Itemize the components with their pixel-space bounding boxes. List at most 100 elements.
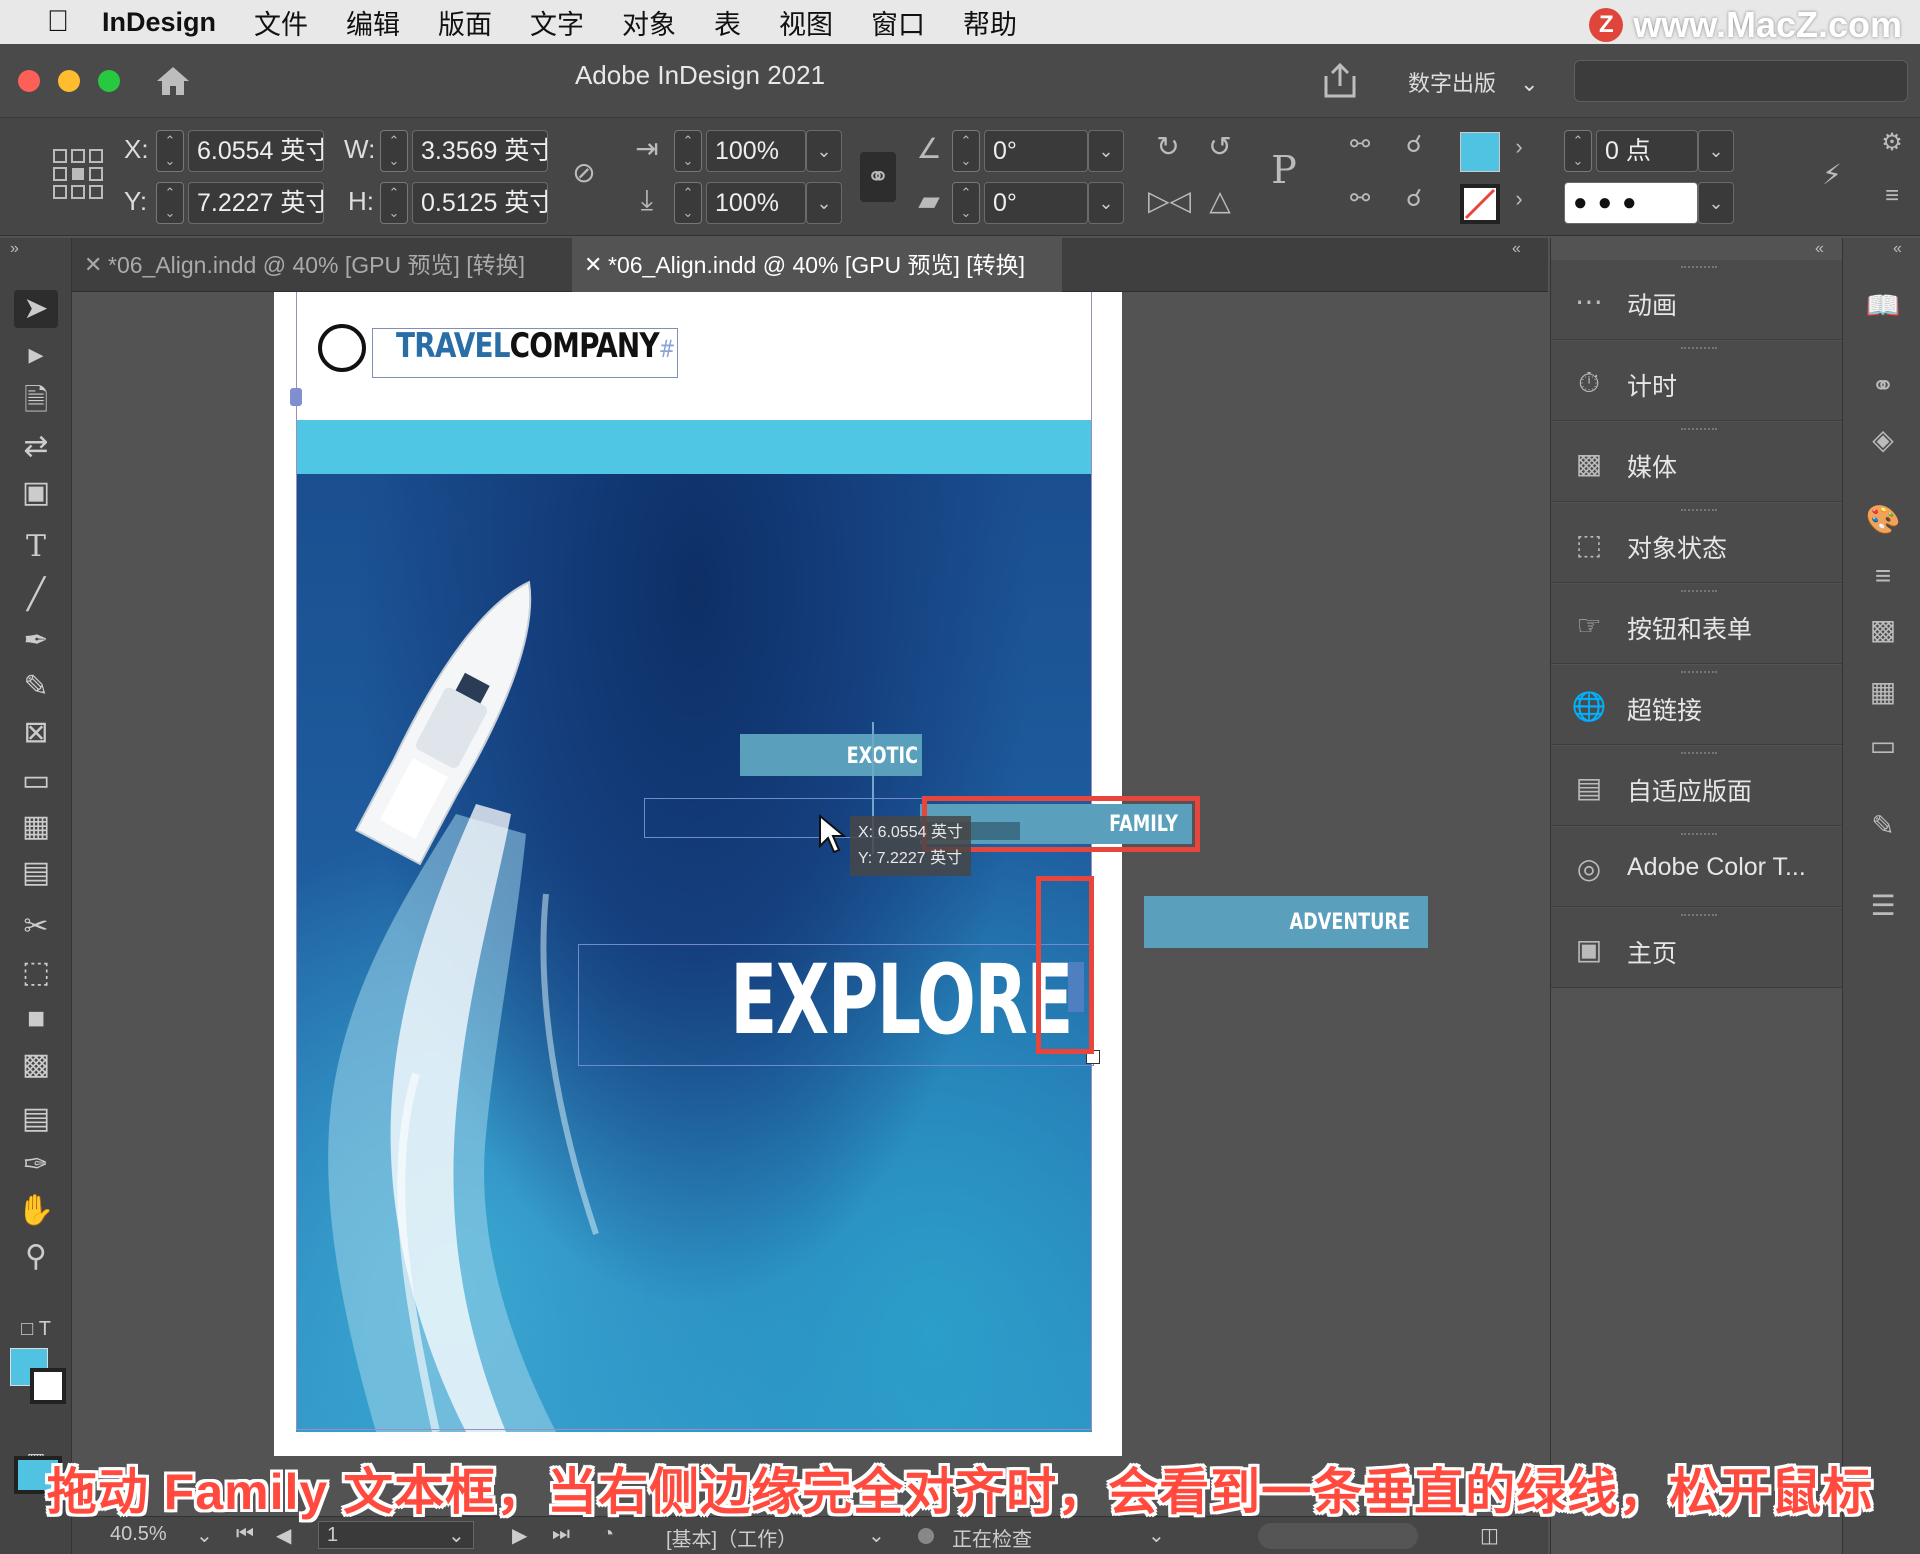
split-window-icon[interactable]: ◫: [1480, 1523, 1499, 1548]
page-tool-icon[interactable]: 🗎: [14, 382, 58, 420]
close-icon[interactable]: ✕: [84, 238, 102, 292]
content-collector-icon[interactable]: ▣: [14, 474, 58, 512]
panel-grip[interactable]: [1681, 590, 1717, 594]
app-menu[interactable]: InDesign: [102, 7, 216, 38]
select-next-icon[interactable]: ☌: [1394, 184, 1434, 213]
panel-hyperlinks[interactable]: 🌐 超链接: [1551, 665, 1843, 745]
panel-grip[interactable]: [1681, 914, 1717, 918]
menu-window[interactable]: 窗口: [871, 3, 925, 42]
panel-media[interactable]: ▩ 媒体: [1551, 422, 1843, 502]
apple-menu-icon[interactable]: : [38, 5, 78, 39]
grid-tool-icon[interactable]: ▤: [14, 854, 58, 892]
fill-swatch[interactable]: [1460, 132, 1500, 172]
panel-menu-icon[interactable]: ≡: [1874, 182, 1910, 210]
next-page-icon[interactable]: ▶: [512, 1523, 527, 1548]
expand-toolbar-icon[interactable]: »: [10, 240, 19, 258]
cc-icon[interactable]: ▭: [1863, 726, 1903, 766]
layers-icon[interactable]: ◈: [1863, 420, 1903, 460]
rotate-ccw-icon[interactable]: ↺: [1200, 130, 1240, 163]
swatches-icon[interactable]: 🎨: [1863, 500, 1903, 540]
line-tool-icon[interactable]: ╱: [14, 576, 58, 614]
quick-apply-icon[interactable]: ⚡: [1814, 158, 1850, 191]
rectangle-tool-icon[interactable]: ▭: [14, 762, 58, 800]
scale-x-stepper[interactable]: ⌃ ⌄: [674, 130, 702, 172]
scale-y-field[interactable]: 100%: [706, 182, 806, 224]
eyedropper-tool-icon[interactable]: ✑: [14, 1146, 58, 1184]
menu-help[interactable]: 帮助: [963, 3, 1017, 42]
shear-field[interactable]: 0°: [984, 182, 1088, 224]
panel-grip[interactable]: [1681, 509, 1717, 513]
zoom-tool-icon[interactable]: ⚲: [14, 1238, 58, 1276]
link-scale-icon[interactable]: ⚭: [860, 152, 896, 202]
type-tool-icon[interactable]: T: [14, 528, 58, 566]
horizontal-scrollbar[interactable]: [1258, 1523, 1418, 1549]
selection-tool-icon[interactable]: ➤: [14, 290, 58, 328]
panel-grip[interactable]: [1681, 428, 1717, 432]
reference-point-icon[interactable]: [52, 148, 104, 200]
menu-type[interactable]: 文字: [530, 3, 584, 42]
gradient-feather-tool-icon[interactable]: ▩: [14, 1046, 58, 1084]
first-page-icon[interactable]: ⏮: [236, 1523, 254, 1546]
stroke-weight-dropdown[interactable]: ⌄: [1698, 130, 1734, 172]
gear-icon[interactable]: ⚙: [1874, 128, 1910, 157]
h-stepper[interactable]: ⌃ ⌄: [380, 182, 408, 224]
menu-layout[interactable]: 版面: [438, 3, 492, 42]
rotate-cw-icon[interactable]: ↻: [1148, 130, 1188, 163]
stroke-type-dropdown[interactable]: ⌄: [1698, 182, 1734, 224]
menu-table[interactable]: 表: [714, 3, 741, 42]
panel-grip[interactable]: [1681, 833, 1717, 837]
gradient-swatch-tool-icon[interactable]: ■: [14, 1000, 58, 1038]
w-stepper[interactable]: ⌃ ⌄: [380, 130, 408, 172]
x-stepper[interactable]: ⌃ ⌄: [156, 130, 184, 172]
stroke-color-box[interactable]: [30, 1368, 66, 1404]
panel-pages[interactable]: ▣ 主页: [1551, 908, 1843, 988]
free-transform-tool-icon[interactable]: ⬚: [14, 954, 58, 992]
scale-y-stepper[interactable]: ⌃ ⌄: [674, 182, 702, 224]
select-content-icon[interactable]: ⚯: [1340, 184, 1380, 213]
w-field[interactable]: 3.3569 英寸: [412, 130, 548, 172]
stroke-menu-arrow-icon[interactable]: ›: [1504, 186, 1534, 212]
color-icon[interactable]: ▦: [1863, 672, 1903, 712]
panel-adobe-color[interactable]: ◎ Adobe Color T...: [1551, 827, 1843, 907]
constrain-proportions-icon[interactable]: ⊘: [566, 156, 602, 189]
pencil-tool-icon[interactable]: ✎: [14, 668, 58, 706]
scale-y-dropdown[interactable]: ⌄: [806, 182, 842, 224]
formatting-affects-icon[interactable]: □ T: [14, 1310, 58, 1348]
stroke-weight-stepper[interactable]: ⌃ ⌄: [1564, 130, 1592, 172]
links-icon[interactable]: ⚭: [1863, 366, 1903, 406]
last-page-icon[interactable]: ⏭: [552, 1523, 570, 1546]
gradient-icon[interactable]: ▩: [1863, 610, 1903, 650]
select-previous-icon[interactable]: ☌: [1394, 130, 1434, 159]
tab-document-1[interactable]: ✕ *06_Align.indd @ 40% [GPU 预览] [转换]: [72, 238, 572, 292]
panel-animation[interactable]: ⋯ 动画: [1551, 260, 1843, 340]
adjustments-icon[interactable]: ☰: [1863, 886, 1903, 926]
logo-mark-icon[interactable]: [318, 324, 366, 372]
stroke-type-field[interactable]: ●●●: [1564, 182, 1698, 224]
shear-stepper[interactable]: ⌃ ⌄: [952, 182, 980, 224]
share-icon[interactable]: [1320, 62, 1360, 100]
scissors-tool-icon[interactable]: ✂: [14, 908, 58, 946]
direct-selection-tool-icon[interactable]: ▸: [14, 336, 58, 374]
menu-view[interactable]: 视图: [779, 3, 833, 42]
h-field[interactable]: 0.5125 英寸: [412, 182, 548, 224]
properties-icon[interactable]: ✎: [1863, 806, 1903, 846]
stroke-swatch[interactable]: [1460, 184, 1500, 224]
panel-timing[interactable]: ⏱ 计时: [1551, 341, 1843, 421]
note-tool-icon[interactable]: ▤: [14, 1100, 58, 1138]
collapse-dock-icon[interactable]: «: [1815, 240, 1824, 258]
select-container-icon[interactable]: ⚯: [1340, 130, 1380, 159]
preflight-dropdown-icon[interactable]: ⌄: [1148, 1523, 1165, 1548]
panel-object-states[interactable]: ⬚ 对象状态: [1551, 503, 1843, 583]
scale-x-field[interactable]: 100%: [706, 130, 806, 172]
panel-buttons-forms[interactable]: ☞ 按钮和表单: [1551, 584, 1843, 664]
table-tool-icon[interactable]: ▦: [14, 808, 58, 846]
stroke-icon[interactable]: ≡: [1863, 556, 1903, 596]
rotate-dropdown[interactable]: ⌄: [1088, 130, 1124, 172]
zoom-dropdown-icon[interactable]: ⌄: [196, 1523, 213, 1548]
collapse-strip-icon[interactable]: «: [1893, 240, 1902, 258]
rotate-stepper[interactable]: ⌃ ⌄: [952, 130, 980, 172]
previous-page-icon[interactable]: ◀: [276, 1523, 291, 1548]
page-dropdown-icon[interactable]: ⌄: [448, 1523, 465, 1548]
panel-liquid-layout[interactable]: ▤ 自适应版面: [1551, 746, 1843, 826]
cc-libraries-icon[interactable]: 📖: [1863, 286, 1903, 326]
